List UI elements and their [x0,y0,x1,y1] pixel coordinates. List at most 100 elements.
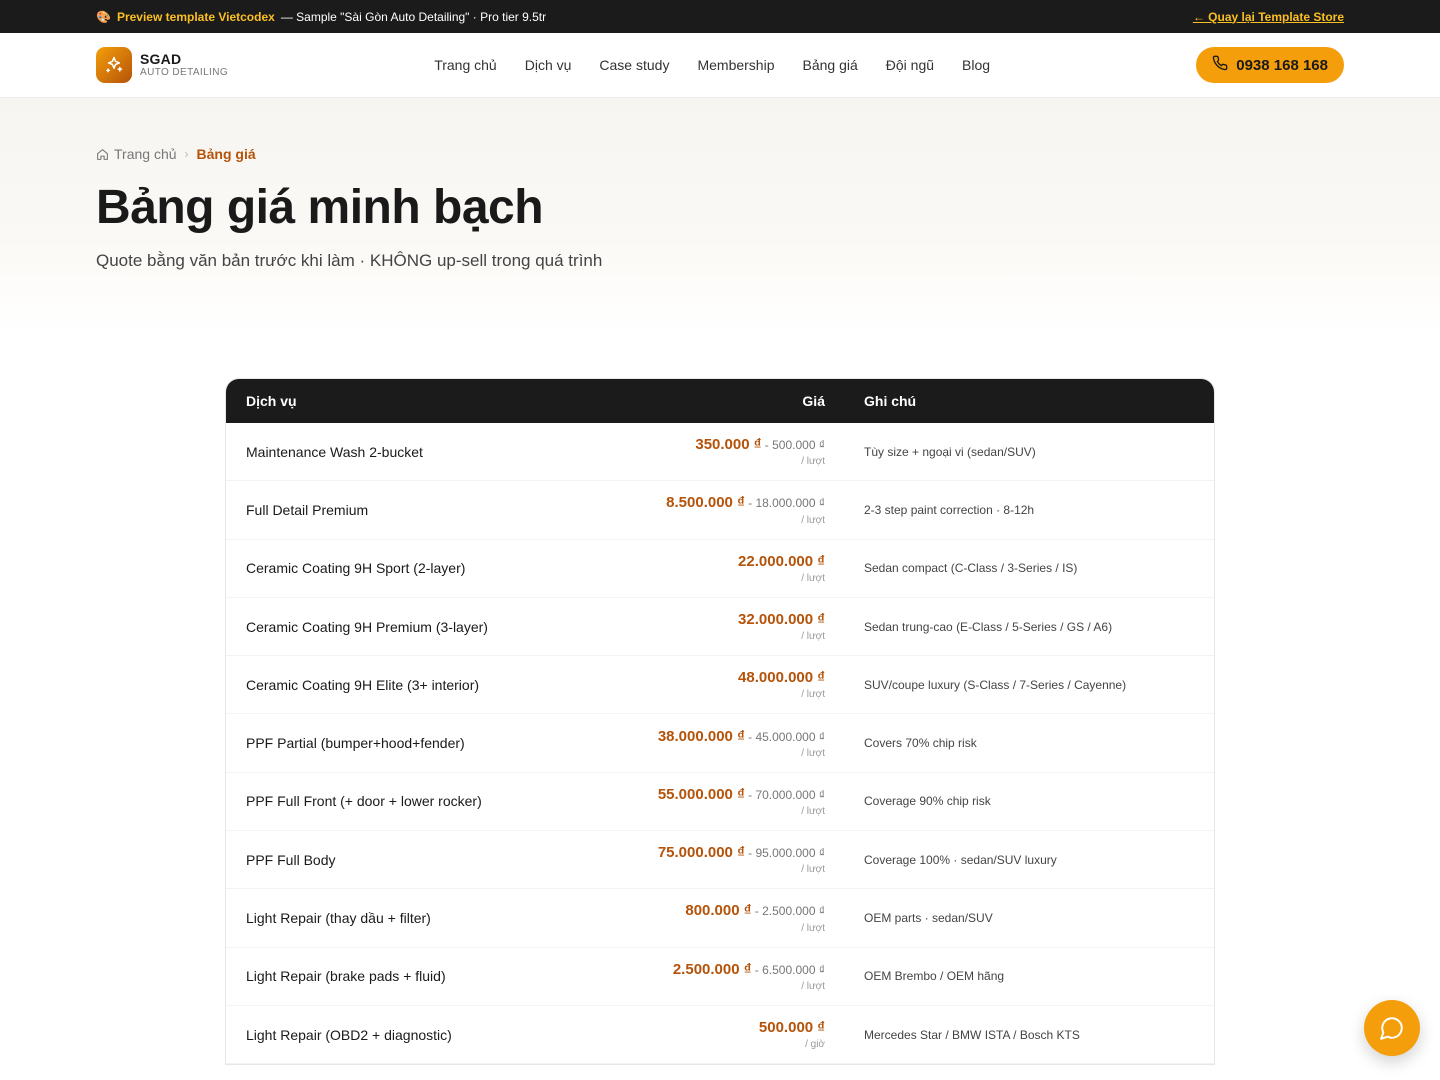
price-unit: / lượt [801,514,825,526]
chevron-right-icon: › [184,147,189,161]
table-row: Ceramic Coating 9H Sport (2-layer) 22.000… [226,540,1214,598]
sparkle-icon [96,47,132,83]
price-unit: / lượt [801,572,825,584]
preview-bar: 🎨 Preview template Vietcodex — Sample "S… [0,0,1440,33]
nav-home[interactable]: Trang chủ [434,57,497,73]
price-max: - 2.500.000 ₫ [751,904,825,919]
table-row: Full Detail Premium 8.500.000 ₫ - 18.000.… [226,481,1214,540]
nav-blog[interactable]: Blog [962,57,990,73]
nav-membership[interactable]: Membership [697,57,774,73]
nav-services[interactable]: Dịch vụ [525,57,572,73]
header-price: Giá [802,393,825,409]
nav-case-study[interactable]: Case study [599,57,669,73]
price-min: 48.000.000 ₫ [738,669,825,687]
table-row: Maintenance Wash 2-bucket 350.000 ₫ - 500… [226,423,1214,482]
hero: Trang chủ › Bảng giá Bảng giá minh bạch … [0,98,1440,333]
service-price: 48.000.000 ₫ / lượt [646,668,825,701]
price-min: 22.000.000 ₫ [738,552,825,570]
service-name: Ceramic Coating 9H Premium (3-layer) [246,618,488,635]
service-price: 75.000.000 ₫ - 95.000.000 ₫ / lượt [646,843,825,876]
price-unit: / lượt [801,980,825,992]
service-name: Maintenance Wash 2-bucket [246,443,423,460]
main-nav: Trang chủ Dịch vụ Case study Membership … [434,57,990,73]
service-name: Full Detail Premium [246,501,369,518]
table-row: Ceramic Coating 9H Premium (3-layer) 32.0… [226,598,1214,657]
breadcrumb-current: Bảng giá [196,146,256,162]
table-row: Light Repair (OBD2 + diagnostic) 500.000 … [226,1006,1214,1065]
service-note: 2-3 step paint correction · 8-12h [864,502,1035,517]
price-unit: / lượt [801,806,825,818]
service-name: Ceramic Coating 9H Elite (3+ interior) [246,676,480,693]
price-min: 75.000.000 ₫ [657,844,745,862]
home-icon [97,148,108,160]
service-name: Ceramic Coating 9H Sport (2-layer) [246,560,466,577]
page-subtitle: Quote bằng văn bản trước khi làm · KHÔNG… [96,251,603,270]
service-note: Sedan compact (C-Class / 3-Series / IS) [864,561,1078,576]
pricing-table: Dịch vụ Giá Ghi chú Maintenance Wash 2-b… [225,378,1215,1066]
service-price: 8.500.000 ₫ - 18.000.000 ₫ / lượt [646,493,825,526]
table-row: PPF Full Body 75.000.000 ₫ - 95.000.000 ₫… [226,831,1214,890]
table-body: Maintenance Wash 2-bucket 350.000 ₫ - 500… [226,423,1214,1065]
service-name: PPF Full Front (+ door + lower rocker) [246,793,482,810]
table-row: Light Repair (brake pads + fluid) 2.500.0… [226,948,1214,1006]
table-row: PPF Full Front (+ door + lower rocker) 55… [226,773,1214,832]
price-min: 2.500.000 ₫ [672,960,752,978]
site-header: SGAD AUTO DETAILING Trang chủ Dịch vụ Ca… [0,33,1440,98]
price-max: - 6.500.000 ₫ [751,962,825,977]
price-unit: / lượt [801,631,825,643]
service-name: Light Repair (OBD2 + diagnostic) [246,1026,452,1043]
breadcrumb-home-label: Trang chủ [114,146,177,162]
logo-subtitle: AUTO DETAILING [140,67,229,79]
price-unit: / lượt [801,922,825,934]
chat-button[interactable] [1364,1000,1420,1056]
price-max: - 18.000.000 ₫ [744,496,825,511]
service-price: 22.000.000 ₫ / lượt [646,552,825,585]
service-price: 800.000 ₫ - 2.500.000 ₫ / lượt [646,901,825,934]
back-to-store-link[interactable]: ← Quay lại Template Store [1193,10,1344,24]
service-price: 32.000.000 ₫ / lượt [646,610,825,643]
table-row: Ceramic Coating 9H Elite (3+ interior) 48… [226,656,1214,715]
price-max: - 45.000.000 ₫ [744,729,825,744]
phone-icon [1212,55,1228,75]
header-service: Dịch vụ [246,393,297,409]
service-name: PPF Partial (bumper+hood+fender) [246,735,465,752]
service-note: OEM Brembo / OEM hãng [864,969,1005,984]
service-note: Coverage 100% · sedan/SUV luxury [864,852,1057,867]
service-price: 38.000.000 ₫ - 45.000.000 ₫ / lượt [646,727,825,760]
logo[interactable]: SGAD AUTO DETAILING [96,47,228,83]
breadcrumb-home[interactable]: Trang chủ [96,146,177,162]
page-title: Bảng giá minh bạch [96,181,544,234]
price-unit: / lượt [801,864,825,876]
price-min: 350.000 ₫ [695,436,762,454]
phone-number: 0938 168 168 [1236,56,1328,74]
breadcrumb: Trang chủ › Bảng giá [96,146,1344,162]
price-unit: / lượt [801,456,825,468]
service-price: 2.500.000 ₫ - 6.500.000 ₫ / lượt [646,960,825,993]
service-price: 350.000 ₫ - 500.000 ₫ / lượt [646,435,825,468]
preview-brand: Preview template Vietcodex [116,9,275,24]
service-name: Light Repair (brake pads + fluid) [246,968,446,985]
table-row: Light Repair (thay dầu + filter) 800.000 … [226,889,1214,948]
price-min: 38.000.000 ₫ [657,727,745,745]
header-note: Ghi chú [864,393,917,409]
service-note: Tùy size + ngoại vi (sedan/SUV) [864,444,1036,459]
nav-pricing[interactable]: Bảng giá [802,57,857,73]
price-max: - 95.000.000 ₫ [744,846,825,861]
preview-tagline: — Sample "Sài Gòn Auto Detailing" · Pro … [280,9,547,24]
service-name: Light Repair (thay dầu + filter) [246,910,431,927]
price-unit: / giờ [805,1039,825,1051]
service-price: 500.000 ₫ / giờ [646,1018,825,1051]
service-note: SUV/coupe luxury (S-Class / 7-Series / C… [864,677,1127,692]
service-note: Coverage 90% chip risk [864,794,991,809]
nav-team[interactable]: Đội ngũ [886,57,934,73]
palette-icon: 🎨 [96,9,111,24]
logo-name: SGAD [140,51,182,68]
price-max: - 70.000.000 ₫ [744,787,825,802]
service-name: PPF Full Body [246,851,336,868]
price-unit: / lượt [801,747,825,759]
price-min: 500.000 ₫ [758,1019,825,1037]
table-header: Dịch vụ Giá Ghi chú [226,379,1214,423]
service-note: OEM parts · sedan/SUV [864,911,993,926]
price-min: 800.000 ₫ [685,902,752,920]
call-button[interactable]: 0938 168 168 [1196,47,1344,83]
